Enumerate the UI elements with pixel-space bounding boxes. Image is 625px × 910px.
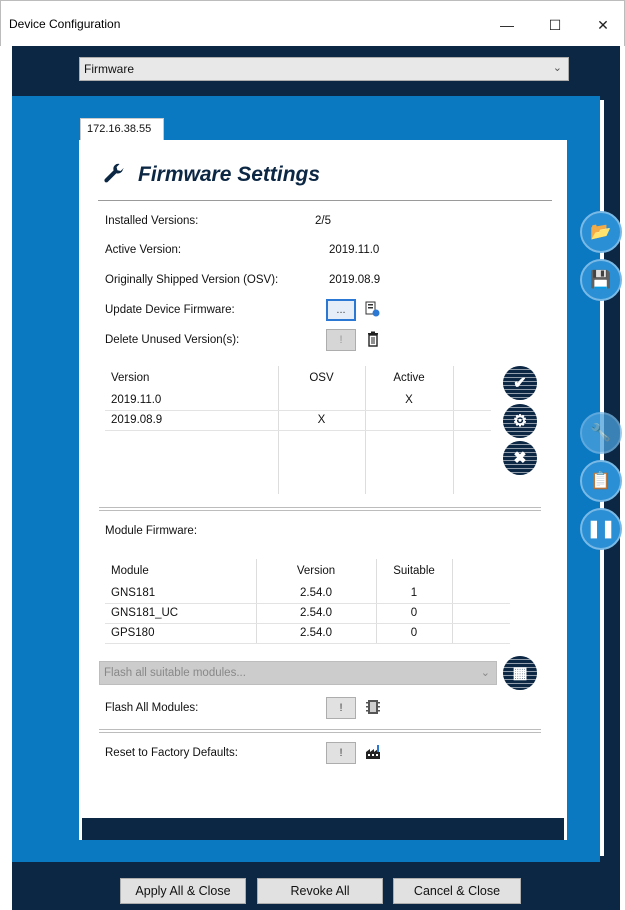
flash-mode-placeholder: Flash all suitable modules... <box>104 667 246 679</box>
module-cell: GNS181 <box>105 583 257 604</box>
tools-button[interactable]: 🔧 <box>580 412 622 454</box>
tab-device-address[interactable]: 172.16.38.55 <box>80 118 164 140</box>
chevron-down-icon: ⌄ <box>480 667 490 679</box>
osv-cell: X <box>278 410 366 431</box>
module-cell: GNS181_UC <box>105 603 257 624</box>
activate-version-button[interactable]: ✔ <box>503 366 537 400</box>
column-header: Version <box>256 559 377 583</box>
firmware-update-icon[interactable] <box>364 301 380 317</box>
close-icon: ✖ <box>513 450 527 467</box>
table-row[interactable]: GPS180 2.54.0 0 <box>105 623 510 644</box>
minimize-button[interactable]: — <box>485 9 529 41</box>
wrench-icon: 🔧 <box>590 423 612 442</box>
set-osv-button[interactable]: ⚙ <box>503 404 537 438</box>
section-divider <box>99 510 541 511</box>
installed-versions-label: Installed Versions: <box>105 215 199 227</box>
wrench-icon <box>104 163 124 183</box>
version-cell: 2019.11.0 <box>105 390 279 411</box>
pause-icon: ❚❚ <box>586 519 616 538</box>
load-config-button[interactable]: 📂 <box>580 211 622 253</box>
window-title: Device Configuration <box>9 17 121 31</box>
factory-icon[interactable] <box>365 744 381 760</box>
version-cell: 2019.08.9 <box>105 410 279 431</box>
folder-open-icon: 📂 <box>590 222 612 241</box>
column-header: OSV <box>278 366 366 390</box>
remove-version-button[interactable]: ✖ <box>503 441 537 475</box>
cancel-close-button[interactable]: Cancel & Close <box>393 878 521 904</box>
active-version-label: Active Version: <box>105 244 182 256</box>
save-config-button[interactable]: 💾 <box>580 259 622 301</box>
update-firmware-label: Update Device Firmware: <box>105 304 235 316</box>
column-header: Version <box>105 366 279 390</box>
table-row[interactable]: 2019.08.9 X <box>105 410 491 431</box>
osv-cell <box>278 390 366 411</box>
column-header: Active <box>365 366 454 390</box>
flash-mode-select[interactable]: Flash all suitable modules... ⌄ <box>99 661 497 685</box>
factory-reset-button[interactable]: ! <box>326 742 356 764</box>
section-divider <box>99 507 541 508</box>
module-version-cell: 2.54.0 <box>256 583 377 604</box>
suitable-cell: 1 <box>376 583 453 604</box>
section-divider <box>99 732 541 733</box>
table-header-row: Module Version Suitable <box>105 559 510 583</box>
module-version-cell: 2.54.0 <box>256 603 377 624</box>
module-firmware-label: Module Firmware: <box>105 525 198 537</box>
close-button[interactable]: ✕ <box>581 9 625 41</box>
check-icon: ✔ <box>513 375 527 392</box>
pause-button[interactable]: ❚❚ <box>580 508 622 550</box>
clipboard-check-icon: 📋 <box>590 471 612 490</box>
column-header: Module <box>105 559 257 583</box>
table-header-row: Version OSV Active <box>105 366 491 390</box>
flash-all-button[interactable]: ! <box>326 697 356 719</box>
revoke-all-button[interactable]: Revoke All <box>257 878 383 904</box>
firmware-heading: Firmware Settings <box>138 163 321 186</box>
module-chip-icon: ▦ <box>512 665 528 682</box>
module-cell: GPS180 <box>105 623 257 644</box>
apply-all-close-button[interactable]: Apply All & Close <box>120 878 246 904</box>
trash-icon[interactable] <box>365 331 381 347</box>
modules-table: Module Version Suitable GNS181 2.54.0 1 … <box>105 559 510 644</box>
active-cell: X <box>365 390 454 411</box>
settings-icon: ⚙ <box>512 413 528 430</box>
module-version-cell: 2.54.0 <box>256 623 377 644</box>
maximize-button[interactable]: ☐ <box>533 9 577 41</box>
panel-status-strip <box>82 818 564 840</box>
active-version-value: 2019.11.0 <box>329 244 380 256</box>
suitable-cell: 0 <box>376 623 453 644</box>
save-icon: 💾 <box>590 270 612 289</box>
section-divider <box>99 729 541 730</box>
column-header: Suitable <box>376 559 453 583</box>
chevron-down-icon: ⌄ <box>552 62 562 74</box>
section-select[interactable]: Firmware ⌄ <box>79 57 569 81</box>
clipboard-button[interactable]: 📋 <box>580 460 622 502</box>
page-title: Firmware Settings <box>102 163 320 187</box>
table-row[interactable]: GNS181_UC 2.54.0 0 <box>105 603 510 624</box>
window-titlebar: Device Configuration — ☐ ✕ <box>0 0 625 46</box>
flash-modules-button[interactable]: ▦ <box>503 656 537 690</box>
active-cell <box>365 410 454 431</box>
table-row[interactable]: 2019.11.0 X <box>105 390 491 411</box>
delete-unused-label: Delete Unused Version(s): <box>105 334 240 346</box>
factory-reset-label: Reset to Factory Defaults: <box>105 747 238 759</box>
installed-versions-value: 2/5 <box>315 215 331 227</box>
section-select-value: Firmware <box>84 62 134 76</box>
browse-firmware-button[interactable]: ... <box>326 299 356 321</box>
osv-value: 2019.08.9 <box>329 274 381 286</box>
table-row[interactable]: GNS181 2.54.0 1 <box>105 583 510 604</box>
flash-all-label: Flash All Modules: <box>105 702 199 714</box>
module-chip-icon[interactable] <box>365 699 381 715</box>
suitable-cell: 0 <box>376 603 453 624</box>
delete-unused-button[interactable]: ! <box>326 329 356 351</box>
osv-label: Originally Shipped Version (OSV): <box>105 274 279 286</box>
versions-table: Version OSV Active 2019.11.0 X 2019.08.9… <box>105 366 491 494</box>
heading-divider <box>98 200 552 201</box>
